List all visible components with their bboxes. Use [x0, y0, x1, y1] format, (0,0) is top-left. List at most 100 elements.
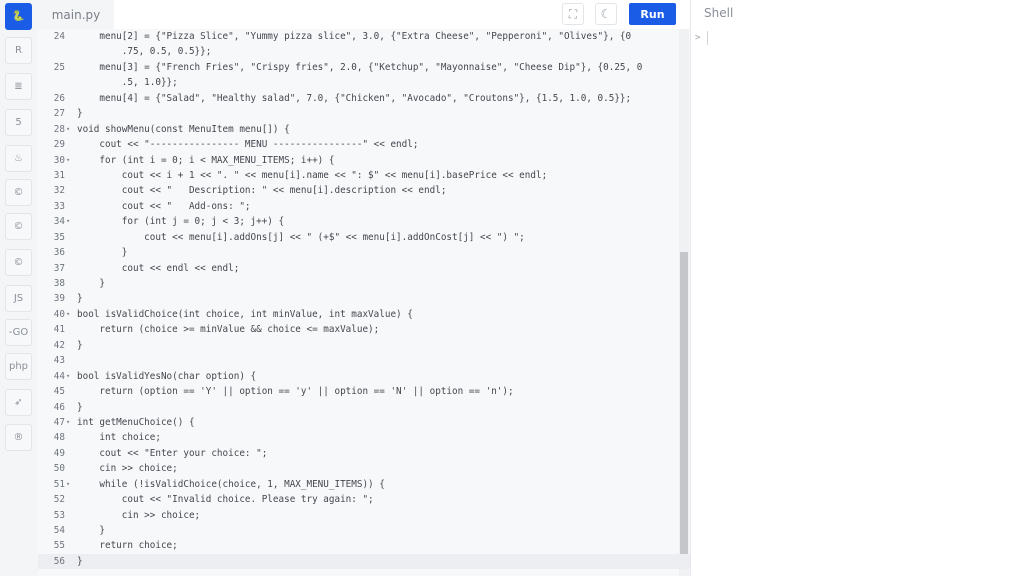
fold-toggle-icon[interactable]: ▾: [66, 153, 70, 168]
code-line[interactable]: 50 cin >> choice;: [38, 461, 690, 476]
code-line[interactable]: 52 cout << "Invalid choice. Please try a…: [38, 492, 690, 507]
html5-icon: 5: [15, 117, 22, 128]
code-line[interactable]: 28 ▾ void showMenu(const MenuItem menu[]) …: [38, 122, 690, 137]
code-text: .75, 0.5, 0.5}};: [77, 46, 212, 58]
code-line[interactable]: 42}: [38, 338, 690, 353]
code-line[interactable]: 30 ▾ for (int i = 0; i < MAX_MENU_ITEMS; …: [38, 153, 690, 168]
code-lines[interactable]: 24 menu[2] = {"Pizza Slice", "Yummy pizz…: [38, 29, 690, 570]
code-line[interactable]: 46}: [38, 400, 690, 415]
code-line[interactable]: 24 menu[2] = {"Pizza Slice", "Yummy pizz…: [38, 29, 690, 44]
sidebar-item-rust[interactable]: ®: [5, 424, 32, 451]
code-text: }: [77, 108, 83, 120]
sidebar-item-r[interactable]: R: [5, 37, 32, 64]
run-button[interactable]: Run: [629, 3, 676, 25]
sidebar-item-swift[interactable]: ➶: [5, 389, 32, 416]
code-text: }: [77, 247, 128, 259]
code-line[interactable]: 45 return (option == 'Y' || option == 'y…: [38, 384, 690, 399]
line-number: 24: [53, 31, 65, 42]
code-line[interactable]: .75, 0.5, 0.5}};: [38, 44, 690, 59]
sidebar-item-javascript[interactable]: JS: [5, 285, 32, 312]
sidebar-item-go[interactable]: -GO: [5, 319, 32, 346]
code-line[interactable]: 53 cin >> choice;: [38, 508, 690, 523]
code-line[interactable]: 35 cout << menu[i].addOns[j] << " (+$" <…: [38, 230, 690, 245]
code-line[interactable]: 33 cout << " Add-ons: ";: [38, 199, 690, 214]
code-line[interactable]: 34 ▾ for (int j = 0; j < 3; j++) {: [38, 214, 690, 229]
code-line[interactable]: 54 }: [38, 523, 690, 538]
code-text: return (choice >= minValue && choice <= …: [77, 324, 380, 336]
editor-toolbar: main.py ⛶ ☾ Run: [38, 0, 690, 29]
csharp-icon: ©: [13, 257, 24, 268]
sidebar-item-html5[interactable]: 5: [5, 109, 32, 136]
code-text: cout << endl << endl;: [77, 262, 240, 274]
line-number: 27: [53, 108, 65, 120]
code-line[interactable]: 49 cout << "Enter your choice: ";: [38, 446, 690, 461]
sidebar-item-php[interactable]: php: [5, 353, 32, 380]
code-line[interactable]: 43: [38, 353, 690, 368]
line-number: 52: [53, 494, 65, 506]
fold-toggle-icon[interactable]: ▾: [66, 415, 70, 430]
sidebar-item-python[interactable]: 🐍: [5, 3, 32, 30]
line-number: 38: [53, 278, 65, 289]
code-line[interactable]: 56}: [38, 553, 690, 570]
line-number: 43: [53, 355, 65, 367]
sidebar-item-c[interactable]: ©: [5, 179, 32, 206]
line-number: 49: [53, 447, 65, 459]
sidebar-item-csharp[interactable]: ©: [5, 249, 32, 276]
code-line[interactable]: 36 }: [38, 245, 690, 260]
code-line[interactable]: 41 return (choice >= minValue && choice …: [38, 322, 690, 337]
code-text: cout << "Enter your choice: ";: [77, 447, 268, 459]
code-line[interactable]: 39}: [38, 291, 690, 306]
line-number: 53: [53, 509, 65, 521]
code-text: int getMenuChoice() {: [77, 416, 195, 428]
javascript-icon: JS: [13, 293, 24, 304]
code-line[interactable]: .5, 1.0}};: [38, 75, 690, 90]
code-text: menu[3] = {"French Fries", "Crispy fries…: [77, 61, 643, 73]
code-line[interactable]: 29 cout << "---------------- MENU ------…: [38, 137, 690, 152]
rust-icon: ®: [13, 432, 24, 443]
code-line[interactable]: 47 ▾ int getMenuChoice() {: [38, 415, 690, 430]
code-line[interactable]: 26 menu[4] = {"Salad", "Healthy salad", …: [38, 91, 690, 106]
line-number: 44: [53, 370, 65, 382]
sidebar-item-cpp[interactable]: ©: [5, 213, 32, 240]
line-number: 54: [53, 525, 65, 536]
line-number: 29: [53, 139, 65, 151]
code-line[interactable]: 40 ▾ bool isValidChoice(int choice, int mi…: [38, 307, 690, 322]
line-number: 40: [53, 308, 65, 320]
sidebar-item-database[interactable]: ≣: [5, 73, 32, 100]
shell-input[interactable]: [707, 31, 708, 45]
code-editor[interactable]: 24 menu[2] = {"Pizza Slice", "Yummy pizz…: [38, 29, 690, 576]
code-line[interactable]: 51 ▾ while (!isValidChoice(choice, 1, MAX…: [38, 477, 690, 492]
fold-toggle-icon[interactable]: ▾: [66, 214, 70, 229]
line-number: 50: [53, 463, 65, 475]
code-line[interactable]: 55 return choice;: [38, 538, 690, 553]
line-number: 26: [53, 92, 65, 104]
code-line[interactable]: 48 int choice;: [38, 430, 690, 445]
fullscreen-button[interactable]: ⛶: [562, 3, 584, 25]
code-text: menu[2] = {"Pizza Slice", "Yummy pizza s…: [77, 31, 632, 42]
c-icon: ©: [13, 187, 24, 198]
code-text: while (!isValidChoice(choice, 1, MAX_MEN…: [77, 478, 385, 490]
code-line[interactable]: 32 cout << " Description: " << menu[i].d…: [38, 183, 690, 198]
fold-toggle-icon[interactable]: ▾: [66, 307, 70, 322]
code-text: }: [77, 293, 83, 305]
code-line[interactable]: 27}: [38, 106, 690, 121]
line-number: 41: [53, 324, 65, 336]
code-line[interactable]: 44 ▾ bool isValidYesNo(char option) {: [38, 369, 690, 384]
database-icon: ≣: [14, 81, 23, 92]
code-text: cout << i + 1 << ". " << menu[i].name <<…: [77, 169, 548, 181]
code-text: cout << " Description: " << menu[i].desc…: [77, 185, 447, 197]
code-line[interactable]: 38 }: [38, 276, 690, 291]
code-text: }: [77, 278, 105, 289]
line-number: 56: [53, 555, 65, 567]
fold-toggle-icon[interactable]: ▾: [66, 369, 70, 384]
code-line[interactable]: 31 cout << i + 1 << ". " << menu[i].name…: [38, 168, 690, 183]
tab-main-py[interactable]: main.py: [38, 0, 114, 29]
theme-toggle-button[interactable]: ☾: [595, 3, 617, 25]
code-text: bool isValidYesNo(char option) {: [77, 370, 257, 382]
fold-toggle-icon[interactable]: ▾: [66, 122, 70, 137]
fold-toggle-icon[interactable]: ▾: [66, 477, 70, 492]
line-number: 46: [53, 401, 65, 413]
sidebar-item-java[interactable]: ♨: [5, 145, 32, 172]
code-line[interactable]: 37 cout << endl << endl;: [38, 261, 690, 276]
code-line[interactable]: 25 menu[3] = {"French Fries", "Crispy fr…: [38, 60, 690, 75]
